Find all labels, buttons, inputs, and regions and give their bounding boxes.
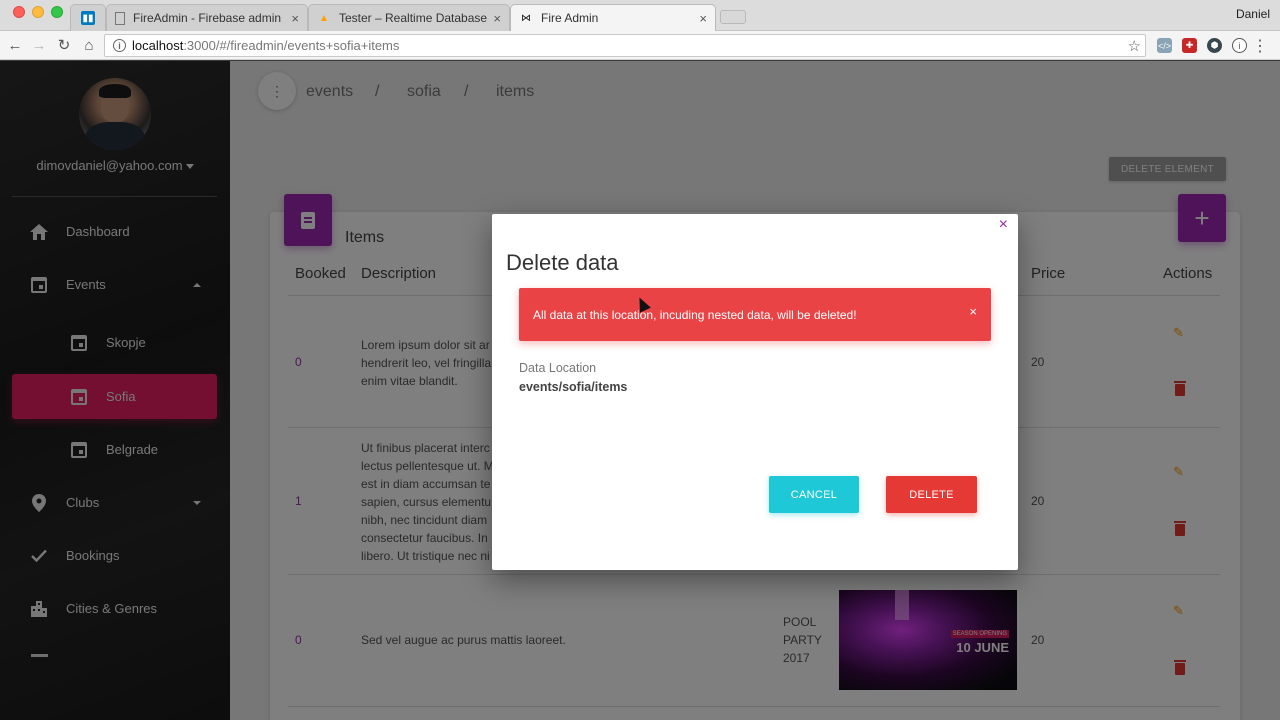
window-minimize-button[interactable] bbox=[32, 6, 44, 18]
extension-red-icon[interactable]: ✚ bbox=[1182, 38, 1197, 53]
extension-hex-icon[interactable]: ⬢ bbox=[1207, 38, 1222, 53]
data-location-label: Data Location bbox=[519, 361, 597, 375]
tab-title: Fire Admin bbox=[541, 11, 599, 25]
bookmark-star-icon[interactable]: ☆ bbox=[1128, 37, 1141, 55]
extension-code-icon[interactable]: </> bbox=[1157, 38, 1172, 53]
tab-title: Tester – Realtime Database – F bbox=[339, 11, 488, 25]
close-icon[interactable]: × bbox=[999, 216, 1008, 234]
browser-profile-name[interactable]: Daniel bbox=[1236, 7, 1270, 21]
browser-menu-icon[interactable]: ⋮ bbox=[1252, 36, 1268, 56]
delete-data-dialog: × Delete data All data at this location,… bbox=[492, 214, 1018, 570]
alert-text: All data at this location, incuding nest… bbox=[533, 307, 857, 322]
tab-close-icon[interactable]: × bbox=[291, 11, 299, 26]
browser-tab-fireadmin[interactable]: FireAdmin - Firebase admin pa × bbox=[106, 4, 308, 31]
new-tab-button[interactable] bbox=[720, 10, 746, 24]
browser-tab-fire-admin[interactable]: ⋈ Fire Admin × bbox=[510, 4, 716, 31]
warning-alert: All data at this location, incuding nest… bbox=[519, 288, 991, 341]
tab-title: FireAdmin - Firebase admin pa bbox=[133, 11, 286, 25]
browser-toolbar: ← → ↻ ⌂ i localhost:3000/#/fireadmin/eve… bbox=[0, 31, 1280, 60]
trello-icon: ▮▮ bbox=[81, 11, 95, 25]
browser-tab-trello[interactable]: ▮▮ bbox=[70, 4, 106, 31]
alert-close-icon[interactable]: × bbox=[969, 304, 977, 319]
page-icon bbox=[115, 11, 125, 25]
window-close-button[interactable] bbox=[13, 6, 25, 18]
home-icon[interactable]: ⌂ bbox=[80, 36, 98, 54]
window-maximize-button[interactable] bbox=[51, 6, 63, 18]
url-host: localhost bbox=[132, 38, 184, 53]
url-path: :3000/#/fireadmin/events+sofia+items bbox=[183, 38, 400, 53]
back-arrow-icon[interactable]: ← bbox=[6, 36, 24, 54]
dialog-title: Delete data bbox=[506, 250, 619, 275]
reload-icon[interactable]: ↻ bbox=[55, 36, 73, 54]
cancel-button[interactable]: CANCEL bbox=[769, 476, 859, 513]
firebase-icon: ▲ bbox=[319, 12, 329, 24]
info-icon[interactable]: i bbox=[113, 39, 126, 52]
tab-close-icon[interactable]: × bbox=[493, 11, 501, 26]
data-location-value: events/sofia/items bbox=[519, 380, 628, 394]
tab-close-icon[interactable]: × bbox=[699, 11, 707, 26]
extension-info-icon[interactable]: i bbox=[1232, 38, 1247, 53]
forward-arrow-icon[interactable]: → bbox=[30, 36, 48, 54]
delete-button[interactable]: DELETE bbox=[886, 476, 977, 513]
browser-tab-bar: ▮▮ FireAdmin - Firebase admin pa × ▲ Tes… bbox=[0, 0, 1280, 31]
browser-tab-tester[interactable]: ▲ Tester – Realtime Database – F × bbox=[308, 4, 510, 31]
bowtie-icon: ⋈ bbox=[521, 12, 531, 24]
address-bar[interactable]: i localhost:3000/#/fireadmin/events+sofi… bbox=[104, 34, 1146, 57]
